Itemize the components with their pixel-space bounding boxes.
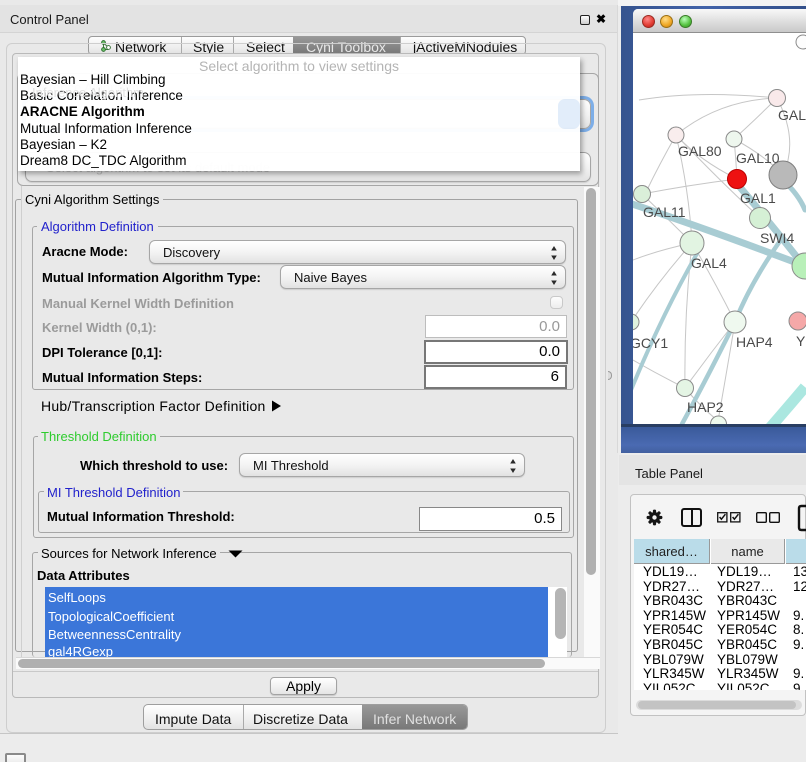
svg-text:GAL1: GAL1 — [740, 190, 776, 206]
svg-text:GAL80: GAL80 — [678, 143, 722, 159]
svg-text:GCY1: GCY1 — [633, 335, 668, 351]
svg-text:SWI4: SWI4 — [760, 230, 794, 246]
svg-text:HAP4: HAP4 — [736, 334, 773, 350]
svg-text:GAL11: GAL11 — [643, 204, 686, 220]
svg-text:HAP2: HAP2 — [687, 399, 724, 415]
svg-text:GAL2: GAL2 — [778, 107, 806, 123]
svg-text:GAL10: GAL10 — [736, 150, 780, 166]
svg-text:GAL4: GAL4 — [691, 255, 727, 271]
svg-text:YE: YE — [796, 333, 806, 349]
